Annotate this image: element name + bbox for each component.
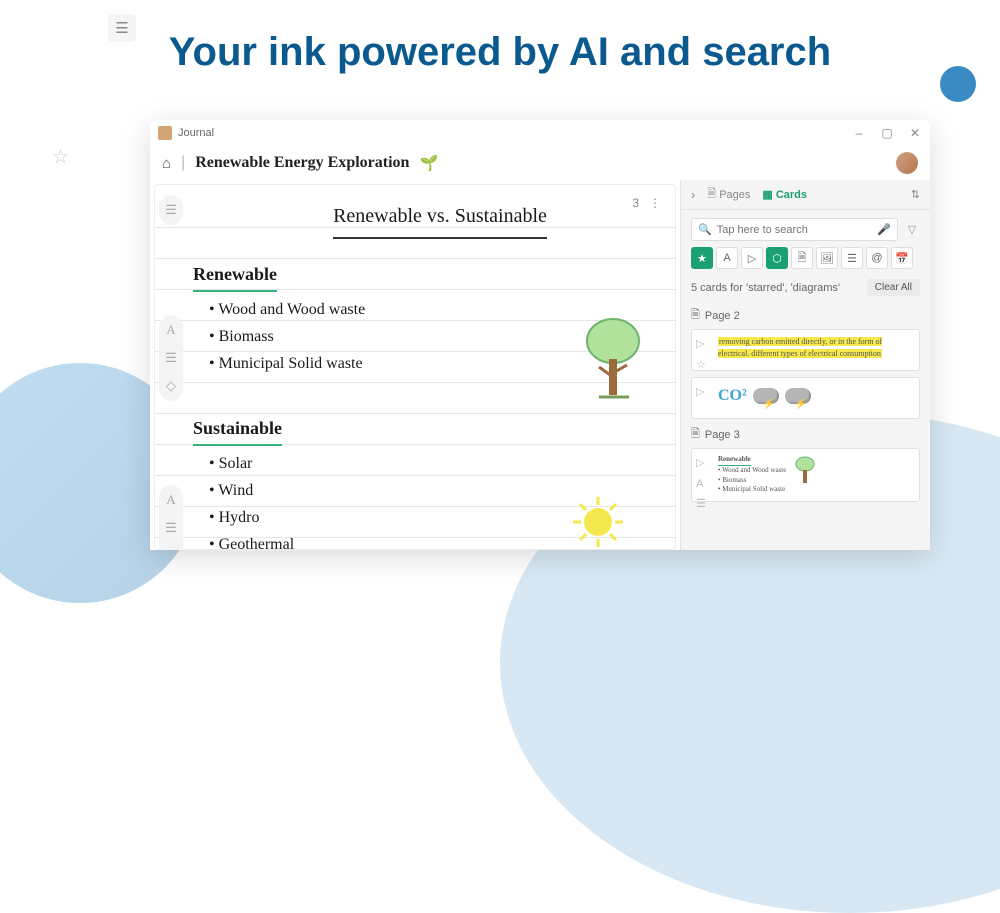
chip-text[interactable]: A — [716, 247, 738, 269]
breadcrumb-separator: | — [181, 154, 185, 172]
chip-shape[interactable]: ▷ — [741, 247, 763, 269]
app-icon — [158, 126, 172, 140]
chip-list[interactable]: ☰ — [841, 247, 863, 269]
result-card[interactable]: ▷ ☆ removing carbon emitted directly, or… — [691, 329, 920, 371]
cards-scroll[interactable]: 🗎 Page 2 ▷ ☆ removing carbon emitted dir… — [681, 302, 930, 550]
app-window: Journal – ▢ ✕ ⌂ | Renewable Energy Explo… — [150, 120, 930, 550]
list-tool-icon[interactable]: ☰ — [165, 517, 177, 539]
shape-icon: ▷ — [696, 336, 706, 353]
expand-panel-icon[interactable]: › — [691, 187, 695, 202]
chip-doc[interactable]: 🗎 — [791, 247, 813, 269]
text-icon: A — [696, 476, 706, 493]
tree-drawing — [581, 315, 645, 405]
chip-diagram[interactable]: ⬡ — [766, 247, 788, 269]
mic-icon[interactable]: 🎤 — [877, 223, 891, 236]
note-title: Renewable vs. Sustainable — [333, 199, 547, 239]
shape-icon: ▷ — [696, 455, 706, 472]
shape-icon: ▷ — [696, 384, 704, 401]
results-summary: 5 cards for 'starred', 'diagrams' Clear … — [681, 275, 930, 302]
canvas-tool-group-2: A ☰ ◇ — [159, 315, 183, 401]
side-panel: › 🗎 Pages ▦ Cards ⇅ 🔍 🎤 ▽ ★ A ▷ ⬡ 🗎 � — [680, 180, 930, 550]
section-head-sustainable: Sustainable — [193, 413, 282, 446]
window-controls: – ▢ ✕ — [852, 126, 922, 140]
search-input[interactable] — [717, 224, 873, 236]
page-corner: 3 ⋮ — [632, 193, 661, 213]
minimize-button[interactable]: – — [852, 126, 866, 140]
canvas-tool-group-3: A ☰ ◇ — [159, 485, 183, 550]
page-icon: 🗎 — [691, 306, 700, 325]
search-icon: 🔍 — [698, 223, 712, 236]
page-group-label: 🗎 Page 3 — [691, 425, 920, 444]
list-icon: ☰ — [696, 496, 706, 513]
search-row: 🔍 🎤 ▽ — [691, 218, 920, 241]
page-group-label: 🗎 Page 2 — [691, 306, 920, 325]
result-card[interactable]: ▷ CO² ⚡ ⚡ — [691, 377, 920, 419]
app-name: Journal — [178, 127, 214, 139]
list-item: Solar — [209, 450, 657, 477]
chip-image[interactable]: 🖼 — [816, 247, 838, 269]
home-icon[interactable]: ⌂ — [162, 155, 171, 172]
section-head-renewable: Renewable — [193, 259, 277, 292]
co2-text: CO² — [718, 384, 747, 408]
tool-icon[interactable]: ☰ — [165, 199, 177, 221]
close-button[interactable]: ✕ — [908, 126, 922, 140]
page-more-icon[interactable]: ⋮ — [649, 193, 661, 213]
page-icon: 🗎 — [691, 425, 700, 444]
filter-icon[interactable]: ▽ — [904, 223, 920, 236]
maximize-button[interactable]: ▢ — [880, 126, 894, 140]
results-text: 5 cards for 'starred', 'diagrams' — [691, 282, 840, 294]
text-tool-icon[interactable]: A — [166, 489, 175, 511]
sun-drawing — [571, 495, 625, 549]
swap-icon[interactable]: ⇅ — [911, 188, 920, 201]
mini-tree-icon — [794, 455, 816, 485]
avatar[interactable] — [896, 152, 918, 174]
headline: Your ink powered by AI and search — [0, 30, 1000, 75]
chip-mention[interactable]: @ — [866, 247, 888, 269]
tab-pages[interactable]: 🗎 Pages — [707, 185, 750, 204]
shape-tool-icon[interactable]: ◇ — [166, 545, 176, 550]
shape-tool-icon[interactable]: ◇ — [166, 375, 176, 397]
tab-cards[interactable]: ▦ Cards — [762, 188, 807, 201]
breadcrumb: ⌂ | Renewable Energy Exploration 🌱 — [150, 146, 930, 180]
canvas-tool-group-1: ☰ — [159, 195, 183, 225]
page-number: 3 — [632, 193, 639, 213]
cloud-icon: ⚡ — [753, 388, 779, 404]
chip-date[interactable]: 📅 — [891, 247, 913, 269]
card-drawing: CO² ⚡ ⚡ — [718, 384, 911, 408]
cloud-icon: ⚡ — [785, 388, 811, 404]
card-text: removing carbon emitted directly, or in … — [718, 337, 882, 358]
titlebar: Journal – ▢ ✕ — [150, 120, 930, 146]
card-mini-list: Renewable • Wood and Wood waste • Biomas… — [718, 455, 786, 495]
clear-all-button[interactable]: Clear All — [867, 279, 920, 296]
sprout-icon: 🌱 — [419, 154, 438, 172]
text-tool-icon[interactable]: A — [166, 319, 175, 341]
chip-star[interactable]: ★ — [691, 247, 713, 269]
star-icon: ☆ — [52, 146, 69, 169]
search-box[interactable]: 🔍 🎤 — [691, 218, 898, 241]
star-icon: ☆ — [696, 357, 706, 374]
result-card[interactable]: ▷ A ☰ Renewable • Wood and Wood waste • … — [691, 448, 920, 502]
list-tool-icon[interactable]: ☰ — [165, 347, 177, 369]
document-title: Renewable Energy Exploration — [195, 154, 409, 172]
filter-chips: ★ A ▷ ⬡ 🗎 🖼 ☰ @ 📅 — [681, 247, 930, 275]
panel-tabs: › 🗎 Pages ▦ Cards ⇅ — [681, 180, 930, 210]
canvas[interactable]: ☰ A ☰ ◇ A ☰ ◇ 3 ⋮ Renewable vs. Sustaina… — [154, 184, 676, 550]
